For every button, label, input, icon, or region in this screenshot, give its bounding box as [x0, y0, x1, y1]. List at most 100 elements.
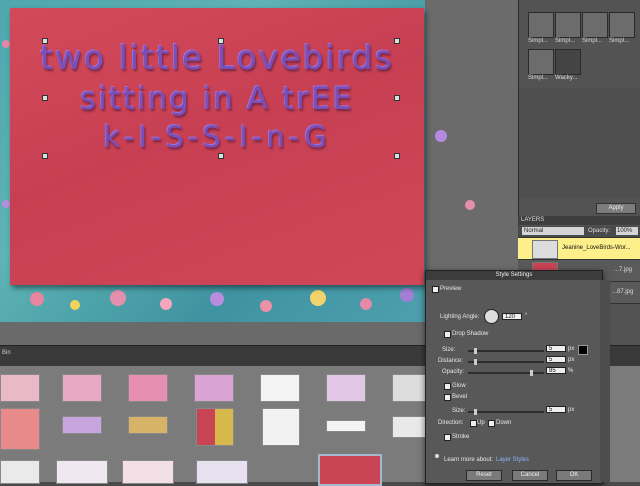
opacity-field[interactable]: 85 — [546, 367, 566, 374]
effect-thumb-4[interactable] — [609, 12, 635, 38]
title-line-1[interactable]: two little Lovebirds — [10, 38, 424, 77]
bin-thumbnail[interactable] — [194, 374, 234, 402]
paper-dot — [310, 290, 326, 306]
reset-button[interactable]: Reset — [466, 470, 502, 481]
paper-dot — [110, 290, 126, 306]
effect-label: Simpl... — [582, 38, 603, 44]
size-slider[interactable] — [468, 348, 544, 354]
bin-thumbnail[interactable] — [122, 460, 174, 484]
bin-thumbnail[interactable] — [62, 374, 102, 402]
direction-down-radio[interactable] — [488, 420, 495, 427]
effect-thumb-2[interactable] — [555, 12, 581, 38]
opacity-field[interactable]: 100% — [616, 227, 638, 235]
preview-checkbox[interactable] — [432, 286, 439, 293]
paper-dot — [2, 200, 10, 208]
layers-panel-header: LAYERS — [518, 216, 640, 225]
paper-dot — [260, 300, 272, 312]
effect-label: Simpl... — [555, 38, 576, 44]
bevel-size-field[interactable]: 5 — [546, 406, 566, 413]
bin-thumbnail[interactable] — [326, 420, 366, 432]
bin-thumbnail[interactable] — [260, 374, 300, 402]
bin-thumbnail[interactable] — [0, 374, 40, 402]
paper-dot — [30, 292, 44, 306]
shadow-color-swatch[interactable] — [578, 345, 588, 355]
bin-thumbnail[interactable] — [196, 408, 234, 446]
title-line-3[interactable]: k-I-S-S-I-n-G — [10, 120, 424, 154]
transform-handle[interactable] — [42, 95, 48, 101]
layer-name: ...7.jpg — [614, 267, 633, 273]
cancel-button[interactable]: Cancel — [512, 470, 548, 481]
direction-down-label: Down — [496, 420, 512, 426]
bevel-size-slider[interactable] — [468, 409, 544, 415]
apply-button[interactable]: Apply — [596, 203, 636, 214]
paper-dot — [210, 292, 224, 306]
size-unit: px — [568, 346, 575, 352]
effect-label: Wacky... — [555, 75, 578, 81]
distance-slider[interactable] — [468, 359, 544, 365]
bin-thumbnail[interactable] — [62, 416, 102, 434]
paper-dot — [400, 288, 414, 302]
size-label: Size: — [442, 347, 456, 353]
effect-thumb-3[interactable] — [582, 12, 608, 38]
blend-mode-select[interactable]: Normal — [522, 227, 584, 235]
bin-thumbnail[interactable] — [128, 416, 168, 434]
bin-label: Bin — [2, 350, 11, 356]
bin-thumbnail[interactable] — [262, 408, 300, 446]
style-settings-dialog: Style Settings Preview Lighting Angle: 1… — [425, 270, 603, 484]
drop-shadow-checkbox[interactable] — [444, 331, 451, 338]
lighting-angle-label: Lighting Angle: — [440, 314, 480, 320]
bin-thumbnail[interactable] — [128, 374, 168, 402]
distance-unit: px — [568, 357, 575, 363]
bin-thumbnail[interactable] — [0, 408, 40, 450]
text-card-layer[interactable]: two little Lovebirds sitting in A trEE k… — [10, 8, 424, 285]
effects-empty-area — [519, 88, 640, 198]
drop-shadow-label: Drop Shadow — [452, 331, 489, 337]
direction-up-radio[interactable] — [470, 420, 477, 427]
bin-thumbnail-selected[interactable] — [318, 454, 382, 486]
layers-toolbar: Normal Opacity: 100% — [518, 226, 640, 238]
slider-knob[interactable] — [474, 348, 477, 354]
size-field[interactable]: 5 — [546, 345, 566, 352]
effect-label: Simpl... — [528, 38, 549, 44]
transform-handle[interactable] — [218, 38, 224, 44]
slider-knob[interactable] — [474, 359, 477, 365]
glow-checkbox[interactable] — [444, 383, 451, 390]
effect-thumb-6[interactable] — [555, 49, 581, 75]
stroke-checkbox[interactable] — [444, 434, 451, 441]
transform-handle[interactable] — [394, 153, 400, 159]
transform-handle[interactable] — [394, 95, 400, 101]
title-line-2[interactable]: sitting in A trEE — [10, 81, 424, 117]
paper-dot — [435, 130, 447, 142]
distance-label: Distance: — [438, 358, 464, 364]
slider-knob[interactable] — [474, 409, 477, 415]
transform-handle[interactable] — [42, 38, 48, 44]
bin-thumbnail[interactable] — [0, 460, 40, 484]
preview-label: Preview — [440, 286, 462, 292]
bin-thumbnail[interactable] — [326, 374, 366, 402]
effect-thumb-1[interactable] — [528, 12, 554, 38]
dialog-title: Style Settings — [426, 271, 602, 280]
bevel-checkbox[interactable] — [444, 394, 451, 401]
degree-symbol: ° — [525, 313, 528, 319]
angle-dial[interactable] — [484, 309, 499, 324]
distance-field[interactable]: 5 — [546, 356, 566, 363]
dialog-scrollbar[interactable] — [600, 280, 610, 482]
bin-thumbnail[interactable] — [56, 460, 108, 484]
layer-row-active[interactable]: Jeanine_LoveBirds-Wor... — [518, 238, 640, 260]
learn-more-label: Learn more about: — [444, 457, 494, 463]
transform-handle[interactable] — [42, 153, 48, 159]
bin-thumbnail[interactable] — [196, 460, 248, 484]
effect-thumb-5[interactable] — [528, 49, 554, 75]
slider-knob[interactable] — [530, 370, 533, 376]
ok-button[interactable]: OK — [556, 470, 592, 481]
layer-styles-link[interactable]: Layer Styles — [496, 457, 529, 463]
transform-handle[interactable] — [218, 153, 224, 159]
bevel-size-unit: px — [568, 407, 575, 413]
opacity-slider[interactable] — [468, 370, 544, 376]
lighting-angle-field[interactable]: 120 — [502, 313, 522, 320]
transform-handle[interactable] — [394, 38, 400, 44]
info-icon — [435, 454, 439, 458]
opacity-unit: % — [568, 368, 574, 374]
bevel-size-label: Size: — [452, 408, 466, 414]
layer-name: ...87.jpg — [612, 289, 634, 295]
